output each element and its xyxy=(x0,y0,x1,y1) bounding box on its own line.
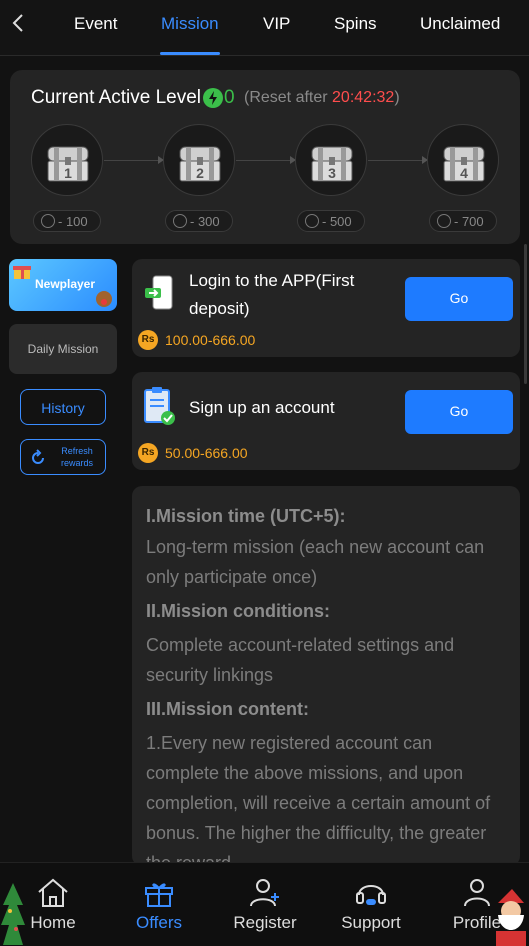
rupee-coin-icon: Rs xyxy=(138,443,158,463)
chest-level-2[interactable]: 2 xyxy=(163,124,235,196)
gift-icon xyxy=(145,883,173,907)
chest-number: 2 xyxy=(196,165,204,181)
refresh-rewards-button[interactable]: Refresh rewards xyxy=(20,439,106,475)
chest-connector xyxy=(104,160,162,161)
mission-description: I.Mission time (UTC+5): Long-term missio… xyxy=(132,486,520,866)
nav-label: Offers xyxy=(136,913,182,932)
bolt-icon xyxy=(305,214,319,228)
nav-support[interactable]: Support xyxy=(318,863,424,946)
active-tab-indicator xyxy=(160,52,220,55)
tab-mission[interactable]: Mission xyxy=(161,14,219,34)
points-badge: - 300 xyxy=(165,210,233,232)
active-level-panel: Current Active Level 0 (Reset after 20:4… xyxy=(10,70,520,244)
currency-label: Rs xyxy=(141,334,155,345)
chest-level-1[interactable]: 1 xyxy=(31,124,103,196)
chest-number: 4 xyxy=(460,165,468,181)
description-text: completion, will receive a certain amoun… xyxy=(146,793,491,813)
bolt-icon xyxy=(173,214,187,228)
description-text: bonus. The higher the difficulty, the gr… xyxy=(146,823,487,843)
go-button[interactable]: Go xyxy=(405,390,513,434)
chest-connector xyxy=(236,160,294,161)
back-button[interactable] xyxy=(6,10,32,36)
section-heading: III.Mission content: xyxy=(146,699,310,719)
go-label: Go xyxy=(449,290,469,306)
chest-number: 3 xyxy=(328,165,336,181)
clipboard-check-icon xyxy=(144,387,175,425)
add-user-icon xyxy=(250,879,279,907)
go-label: Go xyxy=(449,403,469,419)
reset-prefix: (Reset after xyxy=(244,89,333,106)
bolt-icon xyxy=(203,88,223,108)
chest-connector xyxy=(368,160,426,161)
santa-icon xyxy=(496,889,526,946)
scrollbar[interactable] xyxy=(524,244,527,384)
description-text: complete the above missions, and upon xyxy=(146,763,464,783)
reindeer-icon xyxy=(96,291,112,307)
bottom-navigation: Home Offers Register Support Profile xyxy=(0,862,529,946)
currency-label: Rs xyxy=(141,447,155,458)
top-navigation: Event Mission VIP Spins Unclaimed xyxy=(0,0,529,56)
description-text: only participate once) xyxy=(146,567,318,587)
description-text: 1.Every new registered account can xyxy=(146,733,433,753)
points-value: - 500 xyxy=(322,214,352,229)
gift-icon xyxy=(13,266,31,279)
reward-range: 100.00-666.00 xyxy=(165,332,256,348)
refresh-icon xyxy=(32,449,44,464)
nav-label: Support xyxy=(341,913,401,932)
chest-number: 1 xyxy=(64,165,72,181)
person-icon xyxy=(464,879,490,907)
reward-range: 50.00-666.00 xyxy=(165,445,248,461)
level-value: 0 xyxy=(224,87,235,108)
mission-title-line1: Login to the APP(First xyxy=(189,271,355,290)
description-text: Long-term mission (each new account can xyxy=(146,537,485,557)
points-badge: - 100 xyxy=(33,210,101,232)
reset-countdown: (Reset after 20:42:32) xyxy=(244,89,400,107)
bolt-icon xyxy=(41,214,55,228)
mission-card: Login to the APP(First deposit) Go Rs 10… xyxy=(132,259,520,357)
reset-time: 20:42:32 xyxy=(332,89,395,106)
home-icon xyxy=(38,878,68,907)
chest-level-4[interactable]: 4 xyxy=(427,124,499,196)
tab-spins[interactable]: Spins xyxy=(334,14,377,34)
reset-suffix: ) xyxy=(394,89,400,106)
description-text: Complete account-related settings and xyxy=(146,635,455,655)
phone-login-icon xyxy=(145,275,173,310)
tab-event[interactable]: Event xyxy=(74,14,117,34)
newplayer-label: Newplayer xyxy=(35,277,96,291)
history-button[interactable]: History xyxy=(20,389,106,425)
christmas-tree-icon xyxy=(1,883,25,945)
sidebar-item-newplayer[interactable]: Newplayer xyxy=(9,259,117,311)
points-value: - 100 xyxy=(58,214,88,229)
section-heading: II.Mission conditions: xyxy=(146,601,330,621)
points-value: - 700 xyxy=(454,214,484,229)
section-heading: I.Mission time (UTC+5): xyxy=(146,506,346,526)
tab-vip[interactable]: VIP xyxy=(263,14,290,34)
tab-unclaimed[interactable]: Unclaimed xyxy=(420,14,500,34)
go-button[interactable]: Go xyxy=(405,277,513,321)
description-text: security linkings xyxy=(146,665,274,685)
points-value: - 300 xyxy=(190,214,220,229)
mission-card: Sign up an account Go Rs 50.00-666.00 xyxy=(132,372,520,470)
chevron-left-icon xyxy=(12,14,23,32)
refresh-rewards-label: Refresh rewards xyxy=(60,446,93,468)
mission-title: Sign up an account xyxy=(189,398,335,417)
level-title: Current Active Level xyxy=(31,87,202,108)
nav-register[interactable]: Register xyxy=(212,863,318,946)
rupee-coin-icon: Rs xyxy=(138,330,158,350)
chest-level-3[interactable]: 3 xyxy=(295,124,367,196)
points-badge: - 700 xyxy=(429,210,497,232)
mission-title-line2: deposit) xyxy=(189,299,250,318)
nav-label: Register xyxy=(233,913,297,932)
nav-offers[interactable]: Offers xyxy=(106,863,212,946)
headset-icon xyxy=(356,885,386,905)
daily-mission-label: Daily Mission xyxy=(27,342,99,356)
history-label: History xyxy=(41,400,85,416)
sidebar-item-daily-mission[interactable]: Daily Mission xyxy=(9,324,117,374)
bolt-icon xyxy=(437,214,451,228)
points-badge: - 500 xyxy=(297,210,365,232)
